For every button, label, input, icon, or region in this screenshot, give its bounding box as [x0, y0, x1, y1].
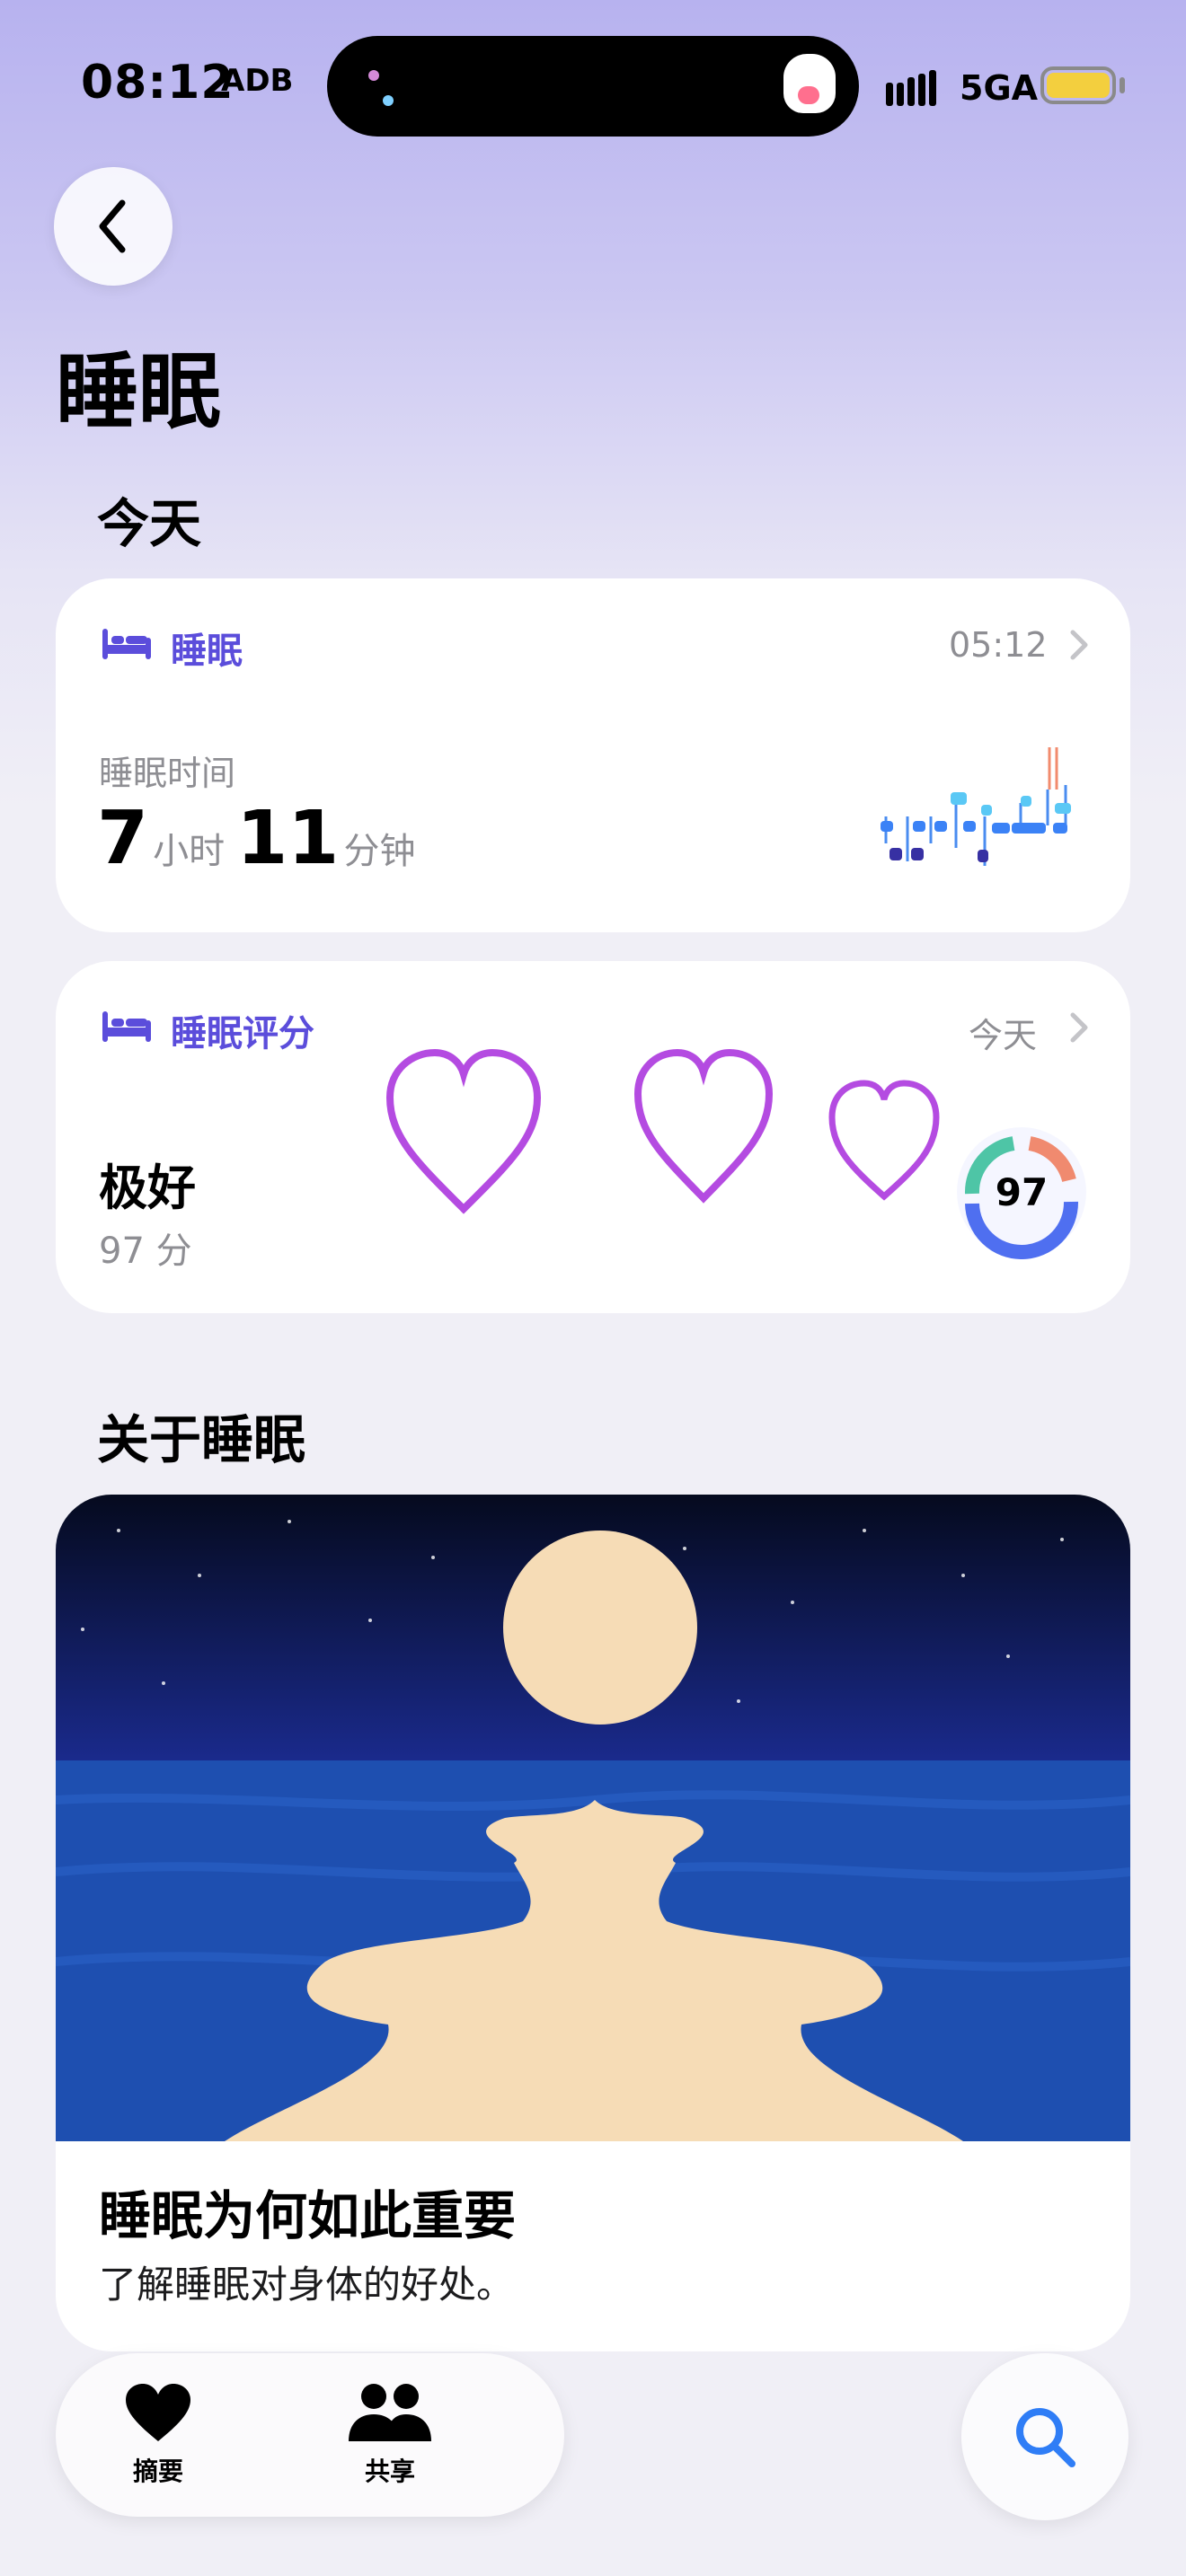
sleep-duration-value: 7 小时 11 分钟: [97, 796, 415, 881]
signal-icon: [886, 70, 936, 106]
tab-summary-label: 摘要: [132, 2457, 183, 2486]
score-rating: 极好: [99, 1160, 196, 1216]
heart-outline-icon: [385, 1048, 542, 1214]
chevron-left-icon: [99, 199, 126, 253]
battery-icon: [1040, 66, 1116, 104]
article-card[interactable]: 睡眠为何如此重要 了解睡眠对身体的好处。: [56, 1495, 1130, 2351]
search-button[interactable]: [961, 2353, 1128, 2520]
dynamic-island[interactable]: [327, 36, 859, 137]
article-title: 睡眠为何如此重要: [99, 2185, 517, 2246]
score-text: 97 分: [99, 1231, 192, 1272]
island-dot-icon: [368, 70, 379, 81]
score-ring: 97: [957, 1127, 1086, 1259]
network-type: 5GA: [960, 68, 1039, 108]
moon-illustration: [56, 1495, 1130, 2141]
score-date: 今天: [969, 1016, 1038, 1055]
status-time: 08:12: [81, 56, 235, 110]
bed-icon: [102, 629, 151, 659]
sleep-stages-mini-chart: [881, 747, 1071, 866]
bed-icon: [102, 1011, 151, 1042]
page-title: 睡眠: [56, 344, 222, 440]
heart-outline-icon: [828, 1080, 940, 1201]
card-label: 睡眠: [171, 631, 243, 672]
sleep-time-label: 睡眠时间: [99, 754, 236, 793]
hours-unit: 小时: [153, 831, 226, 872]
article-subtitle: 了解睡眠对身体的好处。: [99, 2263, 515, 2307]
score-ring-value: 97: [996, 1170, 1048, 1214]
battery-tip: [1120, 77, 1125, 93]
heart-icon: [126, 2384, 190, 2441]
island-dot-icon: [383, 95, 394, 106]
tab-bar: 摘要 共享: [56, 2353, 564, 2517]
section-title-about: 关于睡眠: [97, 1409, 306, 1470]
card-label: 睡眠评分: [171, 1013, 314, 1054]
heart-outline-icon: [633, 1048, 774, 1204]
tab-sharing-label: 共享: [364, 2457, 415, 2486]
tab-sharing[interactable]: 共享: [300, 2353, 480, 2517]
cat-heart-icon: [798, 86, 819, 104]
hours-value: 7: [97, 796, 149, 881]
people-icon: [349, 2384, 431, 2441]
tab-summary[interactable]: 摘要: [68, 2353, 248, 2517]
search-icon: [1016, 2408, 1075, 2467]
minutes-value: 11: [236, 796, 340, 881]
cat-sticker-icon: [783, 54, 836, 113]
back-button[interactable]: [54, 167, 173, 286]
section-title-today: 今天: [97, 493, 202, 554]
sleep-score-card[interactable]: 睡眠评分 今天 极好 97 分 97: [56, 961, 1130, 1313]
chevron-right-icon: [1070, 1012, 1088, 1043]
sleep-duration-card[interactable]: 睡眠 05:12 睡眠时间 7 小时 11 分钟: [56, 578, 1130, 932]
adb-icon: ADB: [221, 63, 294, 99]
chevron-right-icon: [1070, 630, 1088, 660]
minutes-unit: 分钟: [343, 831, 416, 872]
sleep-end-time: 05:12: [949, 625, 1048, 665]
